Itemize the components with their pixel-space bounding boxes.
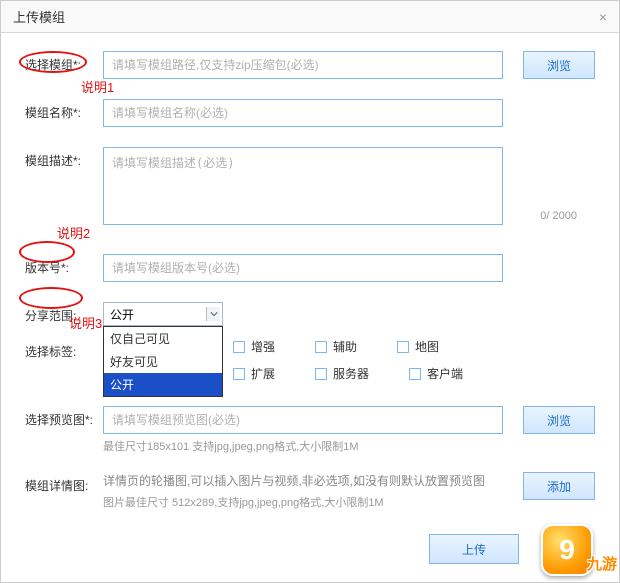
share-select[interactable]: 公开 仅自己可见 好友可见 公开	[103, 302, 223, 326]
label-tags: 选择标签:	[25, 338, 95, 360]
row-mod-select: 选择模组*: 浏览	[25, 51, 595, 79]
field-mod-name	[103, 99, 595, 127]
tag-checkbox-server[interactable]: 服务器	[315, 365, 369, 382]
tag-checkbox-map[interactable]: 地图	[397, 338, 439, 355]
row-mod-name: 模组名称*:	[25, 99, 595, 127]
mod-desc-textarea[interactable]	[103, 147, 503, 225]
label-version: 版本号*:	[25, 254, 95, 276]
tag-checkbox-assist[interactable]: 辅助	[315, 338, 357, 355]
browse-preview-button[interactable]: 浏览	[523, 406, 595, 434]
tag-checkbox-enhance[interactable]: 增强	[233, 338, 275, 355]
checkbox-icon	[315, 341, 327, 353]
dialog-title: 上传模组	[13, 7, 65, 26]
label-share: 分享范围:	[25, 302, 95, 324]
upload-dialog: 上传模组 × 选择模组*: 浏览 模组名称*: 模组描述*: 0/ 2000	[0, 0, 620, 583]
mod-name-input[interactable]	[103, 99, 503, 127]
label-detail: 模组详情图:	[25, 472, 95, 494]
logo-badge: 9 九游	[521, 512, 613, 576]
label-mod-name: 模组名称*:	[25, 99, 95, 121]
submit-area: 上传	[419, 534, 519, 564]
field-detail: 详情页的轮播图,可以插入图片与视频,非必选项,如没有则默认放置预览图 图片最佳尺…	[103, 472, 513, 510]
detail-hint: 图片最佳尺寸 512x289,支持jpg,jpeg,png格式,大小限制1M	[103, 494, 513, 510]
tag-checkbox-extend[interactable]: 扩展	[233, 365, 275, 382]
field-preview: 最佳尺寸185x101 支持jpg,jpeg,png格式,大小限制1M	[103, 406, 513, 454]
row-detail: 模组详情图: 详情页的轮播图,可以插入图片与视频,非必选项,如没有则默认放置预览…	[25, 472, 595, 510]
checkbox-icon	[233, 368, 245, 380]
titlebar: 上传模组 ×	[1, 1, 619, 33]
checkbox-icon	[233, 341, 245, 353]
char-counter: 0/ 2000	[540, 210, 577, 222]
share-dropdown: 仅自己可见 好友可见 公开	[103, 326, 223, 397]
tag-checkbox-client[interactable]: 客户端	[409, 365, 463, 382]
upload-button[interactable]: 上传	[429, 534, 519, 564]
row-share: 分享范围: 公开 仅自己可见 好友可见 公开	[25, 302, 595, 326]
share-option-friends[interactable]: 好友可见	[104, 350, 222, 373]
share-selected-value: 公开	[110, 306, 134, 323]
chevron-down-icon	[206, 307, 220, 321]
close-icon[interactable]: ×	[599, 9, 607, 25]
logo-icon: 9	[541, 524, 593, 576]
add-detail-button[interactable]: 添加	[523, 472, 595, 500]
checkbox-icon	[397, 341, 409, 353]
share-option-self[interactable]: 仅自己可见	[104, 327, 222, 350]
checkbox-icon	[315, 368, 327, 380]
logo-text: 九游	[587, 553, 617, 574]
row-version: 版本号*:	[25, 254, 595, 282]
field-version	[103, 254, 595, 282]
row-preview: 选择预览图*: 最佳尺寸185x101 支持jpg,jpeg,png格式,大小限…	[25, 406, 595, 454]
detail-text: 详情页的轮播图,可以插入图片与视频,非必选项,如没有则默认放置预览图	[103, 472, 503, 490]
label-mod-desc: 模组描述*:	[25, 147, 95, 169]
label-mod-select: 选择模组*:	[25, 51, 95, 73]
share-option-public[interactable]: 公开	[104, 373, 222, 396]
label-preview: 选择预览图*:	[25, 406, 95, 428]
row-mod-desc: 模组描述*: 0/ 2000	[25, 147, 595, 228]
preview-hint: 最佳尺寸185x101 支持jpg,jpeg,png格式,大小限制1M	[103, 438, 513, 454]
browse-mod-button[interactable]: 浏览	[523, 51, 595, 79]
dialog-content: 选择模组*: 浏览 模组名称*: 模组描述*: 0/ 2000 版本号*:	[1, 33, 619, 540]
mod-path-input[interactable]	[103, 51, 503, 79]
version-input[interactable]	[103, 254, 503, 282]
field-share: 公开 仅自己可见 好友可见 公开	[103, 302, 595, 326]
field-mod-select	[103, 51, 513, 79]
preview-input[interactable]	[103, 406, 503, 434]
checkbox-icon	[409, 368, 421, 380]
field-mod-desc: 0/ 2000	[103, 147, 595, 228]
